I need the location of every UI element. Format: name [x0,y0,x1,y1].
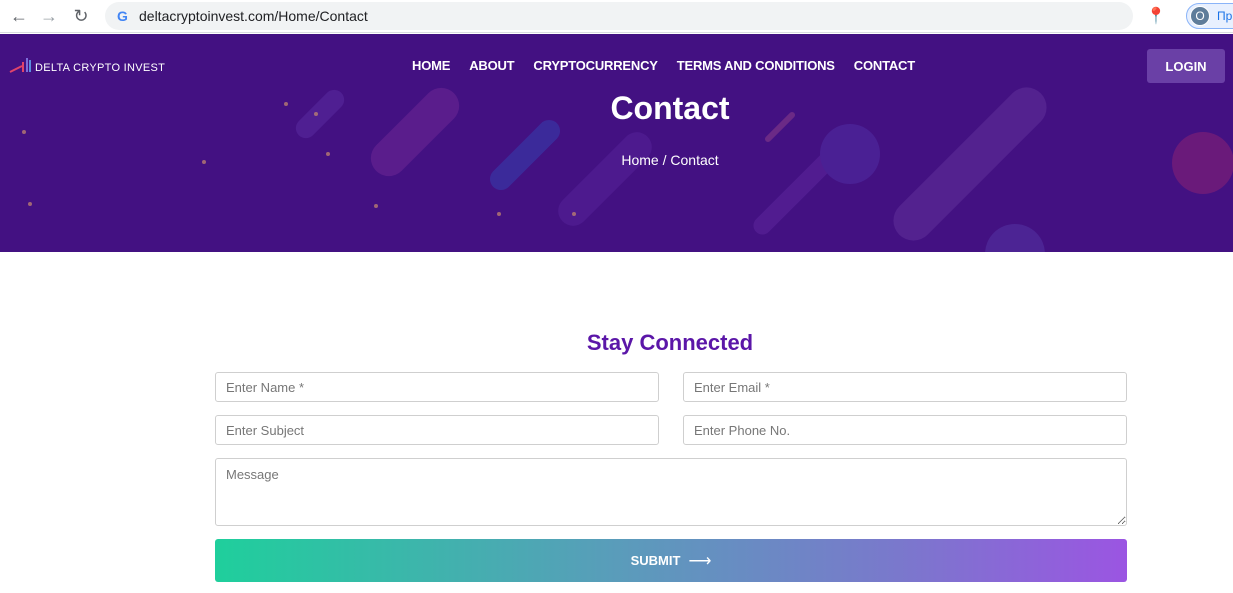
arrow-right-icon: ⟶ [688,552,712,570]
login-button[interactable]: LOGIN [1147,49,1225,83]
avatar: O [1190,6,1210,26]
message-field[interactable] [215,458,1127,526]
subject-field[interactable] [215,415,659,445]
forward-arrow-icon[interactable]: → [36,4,62,28]
browser-toolbar: ← → ↻ G deltacryptoinvest.com/Home/Conta… [0,0,1233,33]
nav-about[interactable]: ABOUT [469,58,514,73]
url-text[interactable]: deltacryptoinvest.com/Home/Contact [139,8,368,24]
site-header: DELTA CRYPTO INVEST HOME ABOUT CRYPTOCUR… [0,34,1233,252]
decorative-dot [374,204,378,208]
extension-pin-icon[interactable]: 📍 [1146,5,1166,27]
submit-label: SUBMIT [630,553,681,568]
breadcrumb-separator: / [662,152,667,168]
logo-mark-icon [8,58,32,74]
nav-cryptocurrency[interactable]: CRYPTOCURRENCY [533,58,658,73]
decorative-dot [572,212,576,216]
decorative-dot [497,212,501,216]
name-field[interactable] [215,372,659,402]
breadcrumb-home-link[interactable]: Home [621,152,658,168]
site-logo[interactable]: DELTA CRYPTO INVEST [8,58,165,74]
phone-field[interactable] [683,415,1127,445]
decorative-dot [28,202,32,206]
address-bar[interactable]: G deltacryptoinvest.com/Home/Contact [105,2,1133,30]
nav-contact[interactable]: CONTACT [854,58,915,73]
decorative-shape [551,125,659,233]
google-icon: G [117,8,128,24]
submit-button[interactable]: SUBMIT ⟶ [215,539,1127,582]
breadcrumb: Home / Contact [0,152,1233,168]
profile-label: Пр [1217,9,1233,23]
decorative-dot [22,130,26,134]
page-title: Contact [610,90,730,126]
breadcrumb-current: Contact [670,152,719,168]
reload-icon[interactable]: ↻ [68,4,94,28]
profile-button[interactable]: O Пр [1186,3,1233,29]
back-arrow-icon[interactable]: ← [6,4,32,28]
nav-home[interactable]: HOME [412,58,450,73]
nav-terms[interactable]: TERMS AND CONDITIONS [677,58,835,73]
form-title: Stay Connected [586,330,754,355]
logo-text: DELTA CRYPTO INVEST [35,62,166,74]
main-nav: HOME ABOUT CRYPTOCURRENCY TERMS AND COND… [412,58,915,73]
decorative-shape [985,224,1045,252]
email-field[interactable] [683,372,1127,402]
